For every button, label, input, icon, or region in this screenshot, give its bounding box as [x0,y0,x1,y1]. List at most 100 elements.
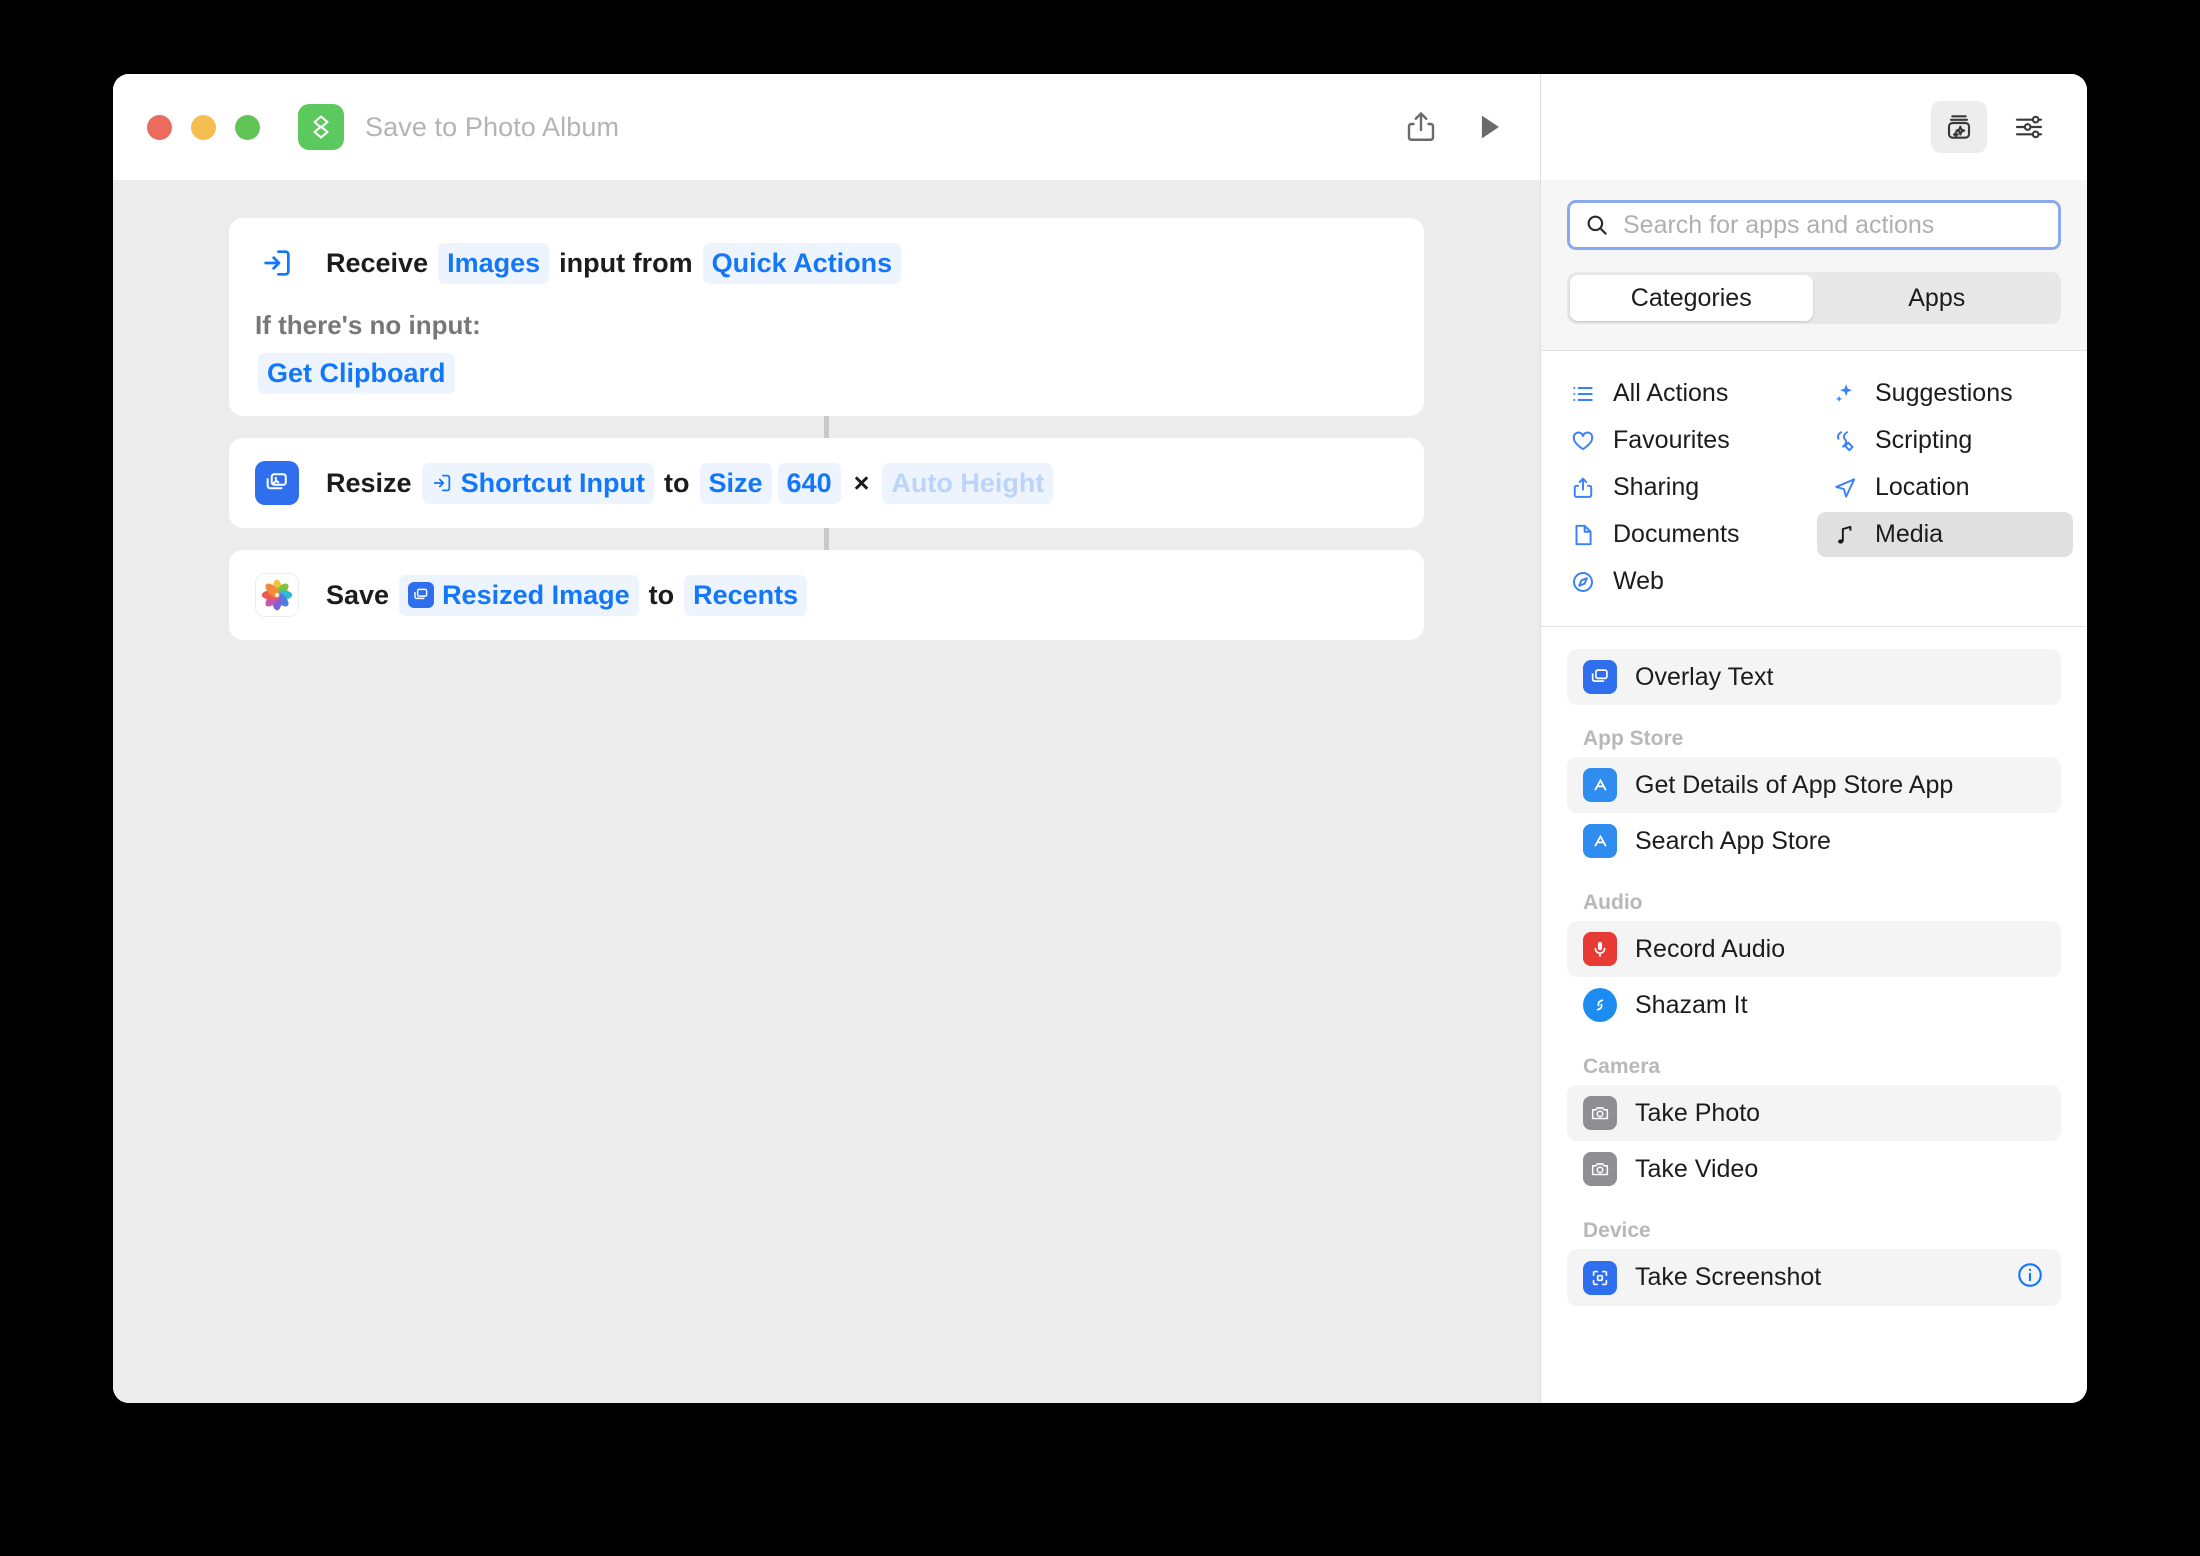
camera-icon [1583,1152,1617,1186]
list-item-label: Record Audio [1635,934,1786,963]
list-item-label: Search App Store [1635,826,1831,855]
list-item[interactable]: Get Details of App Store App [1567,757,2061,813]
fallback-row: Get Clipboard [255,353,1398,394]
title-bar: Save to Photo Album [113,74,1540,180]
no-input-label: If there's no input: [255,310,481,340]
zoom-button[interactable] [235,114,260,140]
editor-pane: Save to Photo Album Receive Images input… [113,74,1540,1403]
script-icon [1831,428,1859,454]
resize-width-token[interactable]: 640 [777,462,841,504]
list-item-label: Take Photo [1635,1098,1761,1127]
list-item[interactable]: Take Photo [1567,1085,2061,1141]
resize-height-token[interactable]: Auto Height [882,462,1054,504]
input-arrow-icon [433,474,450,492]
resize-to-word: to [664,467,690,498]
category-label: Scripting [1875,426,1973,454]
save-input-label: Resized Image [442,579,630,610]
search-icon [1587,215,1607,235]
search-field[interactable]: Search for apps and actions [1567,200,2061,250]
traffic-lights [147,114,260,140]
list-item[interactable]: Shazam It [1567,977,2061,1033]
resize-image-icon [408,582,435,608]
save-input-token[interactable]: Resized Image [399,574,639,616]
save-to-word: to [648,579,675,610]
microphone-icon [1583,932,1617,966]
category-web[interactable]: Web [1555,559,1811,604]
category-documents[interactable]: Documents [1555,512,1811,557]
tab-apps[interactable]: Apps [1816,275,2059,321]
sidebar-toolbar [1541,74,2087,180]
category-suggestions[interactable]: Suggestions [1817,371,2073,416]
group-header: Device [1583,1219,1651,1242]
action-flow: Receive Images input from Quick Actions … [229,218,1424,640]
category-label: Suggestions [1875,379,2013,407]
music-note-icon [1831,522,1859,548]
photos-app-icon [255,573,299,617]
resize-input-label: Shortcut Input [460,467,646,498]
search-placeholder: Search for apps and actions [1623,210,1935,239]
shortcuts-window: Save to Photo Album Receive Images input… [113,74,2087,1403]
library-tabs: Categories Apps [1567,272,2061,324]
list-item[interactable]: Take Screenshot [1567,1249,2061,1306]
fallback-token[interactable]: Get Clipboard [258,353,455,394]
tab-categories[interactable]: Categories [1570,275,1813,321]
list-item[interactable]: Record Audio [1567,921,2061,977]
category-media[interactable]: Media [1817,512,2073,557]
category-favourites[interactable]: Favourites [1555,418,1811,463]
shortcut-canvas: Receive Images input from Quick Actions … [113,180,1540,1403]
category-scripting[interactable]: Scripting [1817,418,2073,463]
category-label: Favourites [1613,426,1730,454]
list-item-label: Shazam It [1635,990,1748,1019]
save-album-token[interactable]: Recents [684,574,808,616]
app-store-icon [1583,824,1617,858]
share-icon [1569,475,1597,501]
input-source-token[interactable]: Quick Actions [702,242,902,284]
receive-row: Receive Images input from Quick Actions [255,240,1398,286]
window-title: Save to Photo Album [365,111,620,142]
action-card-resize[interactable]: Resize Shortcut Input to Size 640 × Auto… [229,438,1424,528]
category-all-actions[interactable]: All Actions [1555,371,1811,416]
flow-connector [824,528,829,550]
close-button[interactable] [147,114,172,140]
list-item-label: Get Details of App Store App [1635,770,1954,799]
list-item[interactable]: Take Video [1567,1141,2061,1197]
action-library-button[interactable] [1931,101,1987,153]
list-icon [1569,381,1597,407]
search-area: Search for apps and actions Categories A… [1541,180,2087,351]
minimize-button[interactable] [191,114,216,140]
input-type-token[interactable]: Images [438,242,550,284]
location-icon [1831,475,1859,501]
sliders-icon [2015,115,2043,139]
share-button[interactable] [1398,104,1444,150]
screenshot-icon [1583,1260,1617,1295]
group-header: Camera [1583,1055,1661,1078]
run-button[interactable] [1466,104,1512,150]
group-header: Audio [1583,891,1643,914]
resize-input-token[interactable]: Shortcut Input [421,462,655,504]
action-library-icon [1947,115,1971,139]
list-item-label: Take Screenshot [1635,1263,1822,1292]
category-label: Documents [1613,520,1740,548]
list-item[interactable]: Search App Store [1567,813,2061,869]
group-header: App Store [1583,727,1684,750]
list-item[interactable]: Overlay Text [1567,649,2061,705]
shortcuts-icon [298,104,344,150]
resize-word: Resize [326,467,412,498]
document-icon [1569,522,1597,548]
details-button[interactable] [2001,101,2057,153]
resize-image-icon [255,461,299,505]
save-row: Save Resized Image to Recents [255,572,1398,618]
dimension-separator: × [853,467,870,498]
action-card-receive[interactable]: Receive Images input from Quick Actions … [229,218,1424,416]
receive-word: Receive [326,247,429,278]
category-location[interactable]: Location [1817,465,2073,510]
resize-mode-token[interactable]: Size [699,462,772,504]
action-list: Overlay Text App Store Get Details of Ap… [1541,627,2087,1403]
category-label: Sharing [1613,473,1700,501]
overlay-text-icon [1583,660,1617,694]
heart-icon [1569,428,1597,454]
action-card-save[interactable]: Save Resized Image to Recents [229,550,1424,640]
save-word: Save [326,579,390,610]
info-button[interactable] [2015,1260,2045,1295]
category-sharing[interactable]: Sharing [1555,465,1811,510]
